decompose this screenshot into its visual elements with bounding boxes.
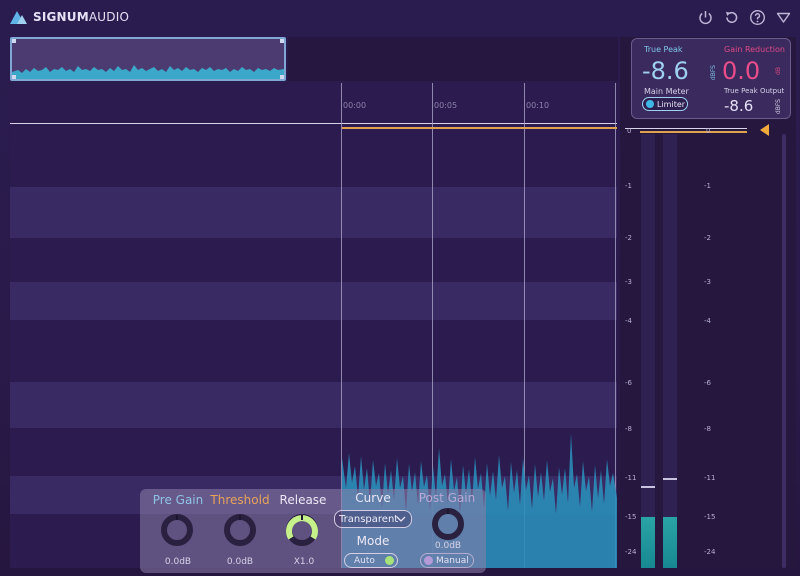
meter-right-peak bbox=[663, 478, 677, 480]
true-peak-label: True Peak bbox=[644, 45, 683, 54]
undo-icon[interactable] bbox=[723, 9, 740, 26]
meter-scale-tick: -6 bbox=[625, 379, 632, 387]
threshold-line bbox=[10, 123, 617, 124]
limiter-toggle[interactable]: Limiter bbox=[642, 97, 688, 111]
overview-handle-br[interactable] bbox=[280, 75, 284, 79]
graph-band bbox=[10, 282, 617, 320]
power-icon[interactable] bbox=[697, 9, 714, 26]
meter-scale-tick: -3 bbox=[704, 278, 711, 286]
menu-triangle-icon[interactable] bbox=[775, 9, 792, 26]
brand-name-light: AUDIO bbox=[88, 10, 130, 24]
meter-scale-tick: -6 bbox=[704, 379, 711, 387]
control-panel: Pre Gain 0.0dB Threshold 0.0dB Release X… bbox=[140, 489, 486, 573]
curve-dropdown-value: Transparent bbox=[339, 513, 399, 525]
header-bar: SIGNUMAUDIO bbox=[0, 0, 800, 34]
pre-gain-value: 0.0dB bbox=[164, 557, 192, 567]
loudness-readout: True Peak Gain Reduction -8.6 0.0 dBFS d… bbox=[631, 38, 791, 119]
curve-dropdown[interactable]: Transparent bbox=[334, 510, 412, 528]
mode-auto-toggle[interactable]: Auto bbox=[344, 553, 398, 568]
meter-scrollbar[interactable] bbox=[782, 134, 786, 568]
meter-scale-tick: -4 bbox=[625, 317, 632, 325]
meter-scale-tick: -2 bbox=[704, 234, 711, 242]
signum-logo-icon bbox=[10, 11, 27, 24]
mode-manual-label: Manual bbox=[436, 555, 469, 566]
true-peak-unit: dBFS bbox=[710, 65, 717, 81]
meter-scale-tick: -1 bbox=[704, 182, 711, 190]
brand-name-bold: SIGNUM bbox=[33, 10, 89, 24]
meter-threshold-line bbox=[640, 131, 747, 133]
overview-handle-tr[interactable] bbox=[280, 39, 284, 43]
pre-gain-label: Pre Gain bbox=[152, 493, 204, 507]
graph-band bbox=[10, 382, 617, 428]
meter-scale-tick: -3 bbox=[625, 278, 632, 286]
meter-right-fill bbox=[663, 517, 677, 568]
time-label-2: 00:10 bbox=[526, 101, 550, 110]
threshold-knob[interactable] bbox=[221, 511, 259, 549]
post-gain-label: Post Gain bbox=[418, 491, 476, 505]
true-peak-output-label: True Peak Output bbox=[724, 87, 785, 95]
true-peak-output-unit: dBFS bbox=[775, 99, 782, 115]
meter-zero-line bbox=[625, 128, 747, 129]
mode-manual-indicator bbox=[424, 556, 433, 565]
meter-left-fill bbox=[641, 517, 655, 568]
chevron-down-icon bbox=[396, 516, 406, 522]
mode-manual-toggle[interactable]: Manual bbox=[420, 553, 474, 568]
true-peak-output-value: -8.6 bbox=[724, 97, 754, 115]
overview-handle-bl[interactable] bbox=[12, 75, 16, 79]
meter-scale-tick: 0 bbox=[706, 127, 711, 135]
meter-scale-tick: -15 bbox=[625, 513, 637, 521]
post-gain-knob[interactable] bbox=[429, 505, 467, 543]
limit-level-line bbox=[342, 127, 617, 129]
limiter-toggle-label: Limiter bbox=[657, 99, 686, 109]
header-actions bbox=[697, 9, 792, 26]
mode-auto-indicator bbox=[385, 556, 394, 565]
pre-gain-knob[interactable] bbox=[158, 511, 196, 549]
graph-band bbox=[10, 187, 617, 238]
overview-handle-tl[interactable] bbox=[12, 39, 16, 43]
meter-scale-tick: -2 bbox=[625, 234, 632, 242]
gain-reduction-unit: dB bbox=[775, 67, 782, 75]
true-peak-value: -8.6 bbox=[642, 57, 689, 85]
release-knob[interactable] bbox=[283, 511, 321, 549]
meter-scale-tick: -11 bbox=[625, 474, 637, 482]
waveform-overview[interactable] bbox=[10, 37, 286, 81]
meter-scale-tick: -8 bbox=[625, 425, 632, 433]
meter-scale-tick: -11 bbox=[704, 474, 716, 482]
meter-scale-tick: -15 bbox=[704, 513, 716, 521]
gain-reduction-value: 0.0 bbox=[722, 57, 761, 85]
signum-limiter-window: SIGNUMAUDIO 00:00 00:05 00:10 True Peak … bbox=[0, 0, 800, 576]
limiter-toggle-indicator bbox=[646, 100, 654, 108]
meter-left-peak bbox=[641, 485, 655, 488]
mode-label: Mode bbox=[356, 534, 390, 548]
meter-scale-tick: -24 bbox=[625, 548, 637, 556]
mode-auto-label: Auto bbox=[354, 555, 375, 566]
meter-left bbox=[641, 134, 655, 568]
time-label-0: 00:00 bbox=[343, 101, 367, 110]
curve-label: Curve bbox=[355, 491, 391, 505]
release-value: X1.0 bbox=[293, 557, 315, 567]
meter-scale-tick: -24 bbox=[704, 548, 716, 556]
brand-logo: SIGNUMAUDIO bbox=[8, 8, 129, 26]
time-label-1: 00:05 bbox=[434, 101, 458, 110]
meter-scale-tick: -4 bbox=[704, 317, 711, 325]
brand-name: SIGNUMAUDIO bbox=[33, 10, 129, 24]
overview-track bbox=[288, 37, 618, 81]
threshold-handle[interactable] bbox=[760, 124, 769, 136]
gain-reduction-label: Gain Reduction bbox=[724, 45, 785, 54]
help-icon[interactable] bbox=[749, 9, 766, 26]
meter-scale-tick: 0 bbox=[627, 127, 632, 135]
meter-scale-tick: -8 bbox=[704, 425, 711, 433]
meter-scale-tick: -1 bbox=[625, 182, 632, 190]
overview-waveform bbox=[12, 39, 284, 79]
main-meter-label: Main Meter bbox=[644, 87, 689, 96]
meter-right bbox=[663, 134, 677, 568]
release-label: Release bbox=[279, 493, 327, 507]
threshold-label: Threshold bbox=[210, 493, 270, 507]
threshold-value: 0.0dB bbox=[226, 557, 254, 567]
post-gain-value: 0.0dB bbox=[434, 541, 462, 551]
